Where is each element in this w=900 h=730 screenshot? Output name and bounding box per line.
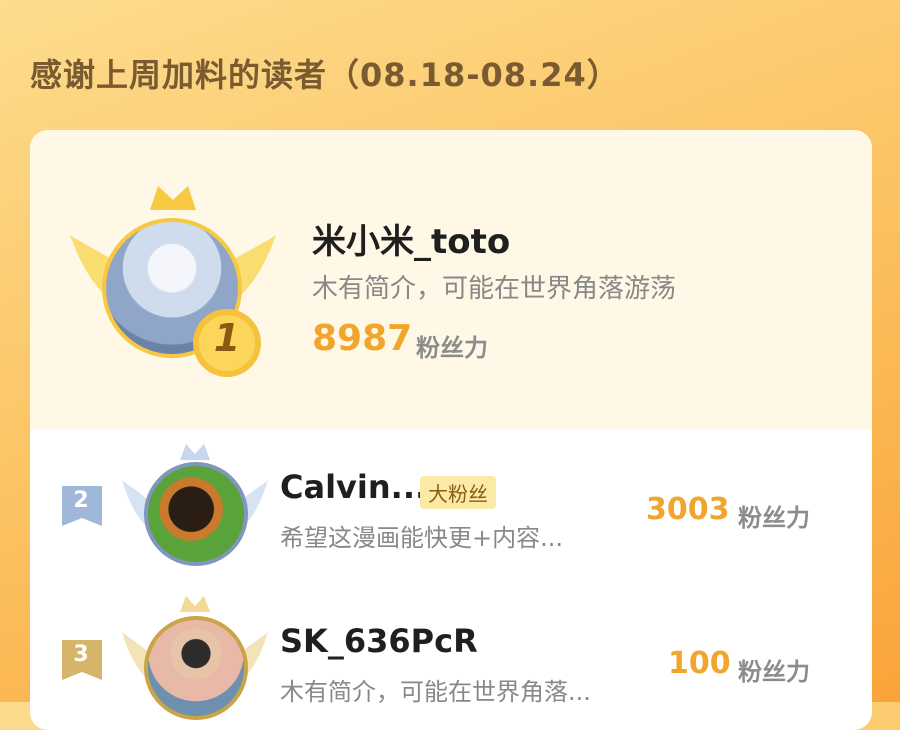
rank-number: 3 bbox=[73, 642, 89, 667]
reader-name[interactable]: SK_636PcR bbox=[280, 622, 478, 660]
fan-power-score: 8987 bbox=[312, 318, 413, 359]
crown-icon bbox=[150, 186, 196, 210]
fan-power-score: 3003 bbox=[646, 492, 730, 527]
rank-number: 2 bbox=[73, 488, 89, 513]
reader-name[interactable]: Calvin... bbox=[280, 468, 427, 506]
fan-power-label: 粉丝力 bbox=[738, 504, 810, 532]
fan-power-score: 100 bbox=[668, 646, 731, 681]
leaderboard-row[interactable]: 2 Calvin... 大粉丝 希望这漫画能快更+内容... 3003 粉丝力 bbox=[30, 430, 872, 588]
crown-icon bbox=[180, 596, 210, 612]
leaderboard-panel: 1 米小米_toto 木有简介，可能在世界角落游荡 8987 粉丝力 2 Cal… bbox=[30, 130, 872, 730]
crown-icon bbox=[180, 444, 210, 460]
reader-name[interactable]: 米小米_toto bbox=[312, 214, 510, 263]
reader-bio: 希望这漫画能快更+内容... bbox=[280, 524, 563, 552]
avatar[interactable] bbox=[144, 616, 248, 720]
big-fan-badge: 大粉丝 bbox=[420, 476, 496, 509]
avatar[interactable] bbox=[144, 462, 248, 566]
page-title: 感谢上周加料的读者（08.18-08.24） bbox=[30, 56, 620, 94]
leaderboard-row[interactable]: 3 SK_636PcR 木有简介，可能在世界角落... 100 粉丝力 bbox=[30, 588, 872, 730]
leaderboard-top-entry[interactable]: 1 米小米_toto 木有简介，可能在世界角落游荡 8987 粉丝力 bbox=[30, 130, 872, 430]
rank-number: 1 bbox=[213, 316, 241, 360]
reader-bio: 木有简介，可能在世界角落游荡 bbox=[312, 274, 677, 304]
fan-power-label: 粉丝力 bbox=[416, 334, 488, 362]
fan-power-label: 粉丝力 bbox=[738, 658, 810, 686]
